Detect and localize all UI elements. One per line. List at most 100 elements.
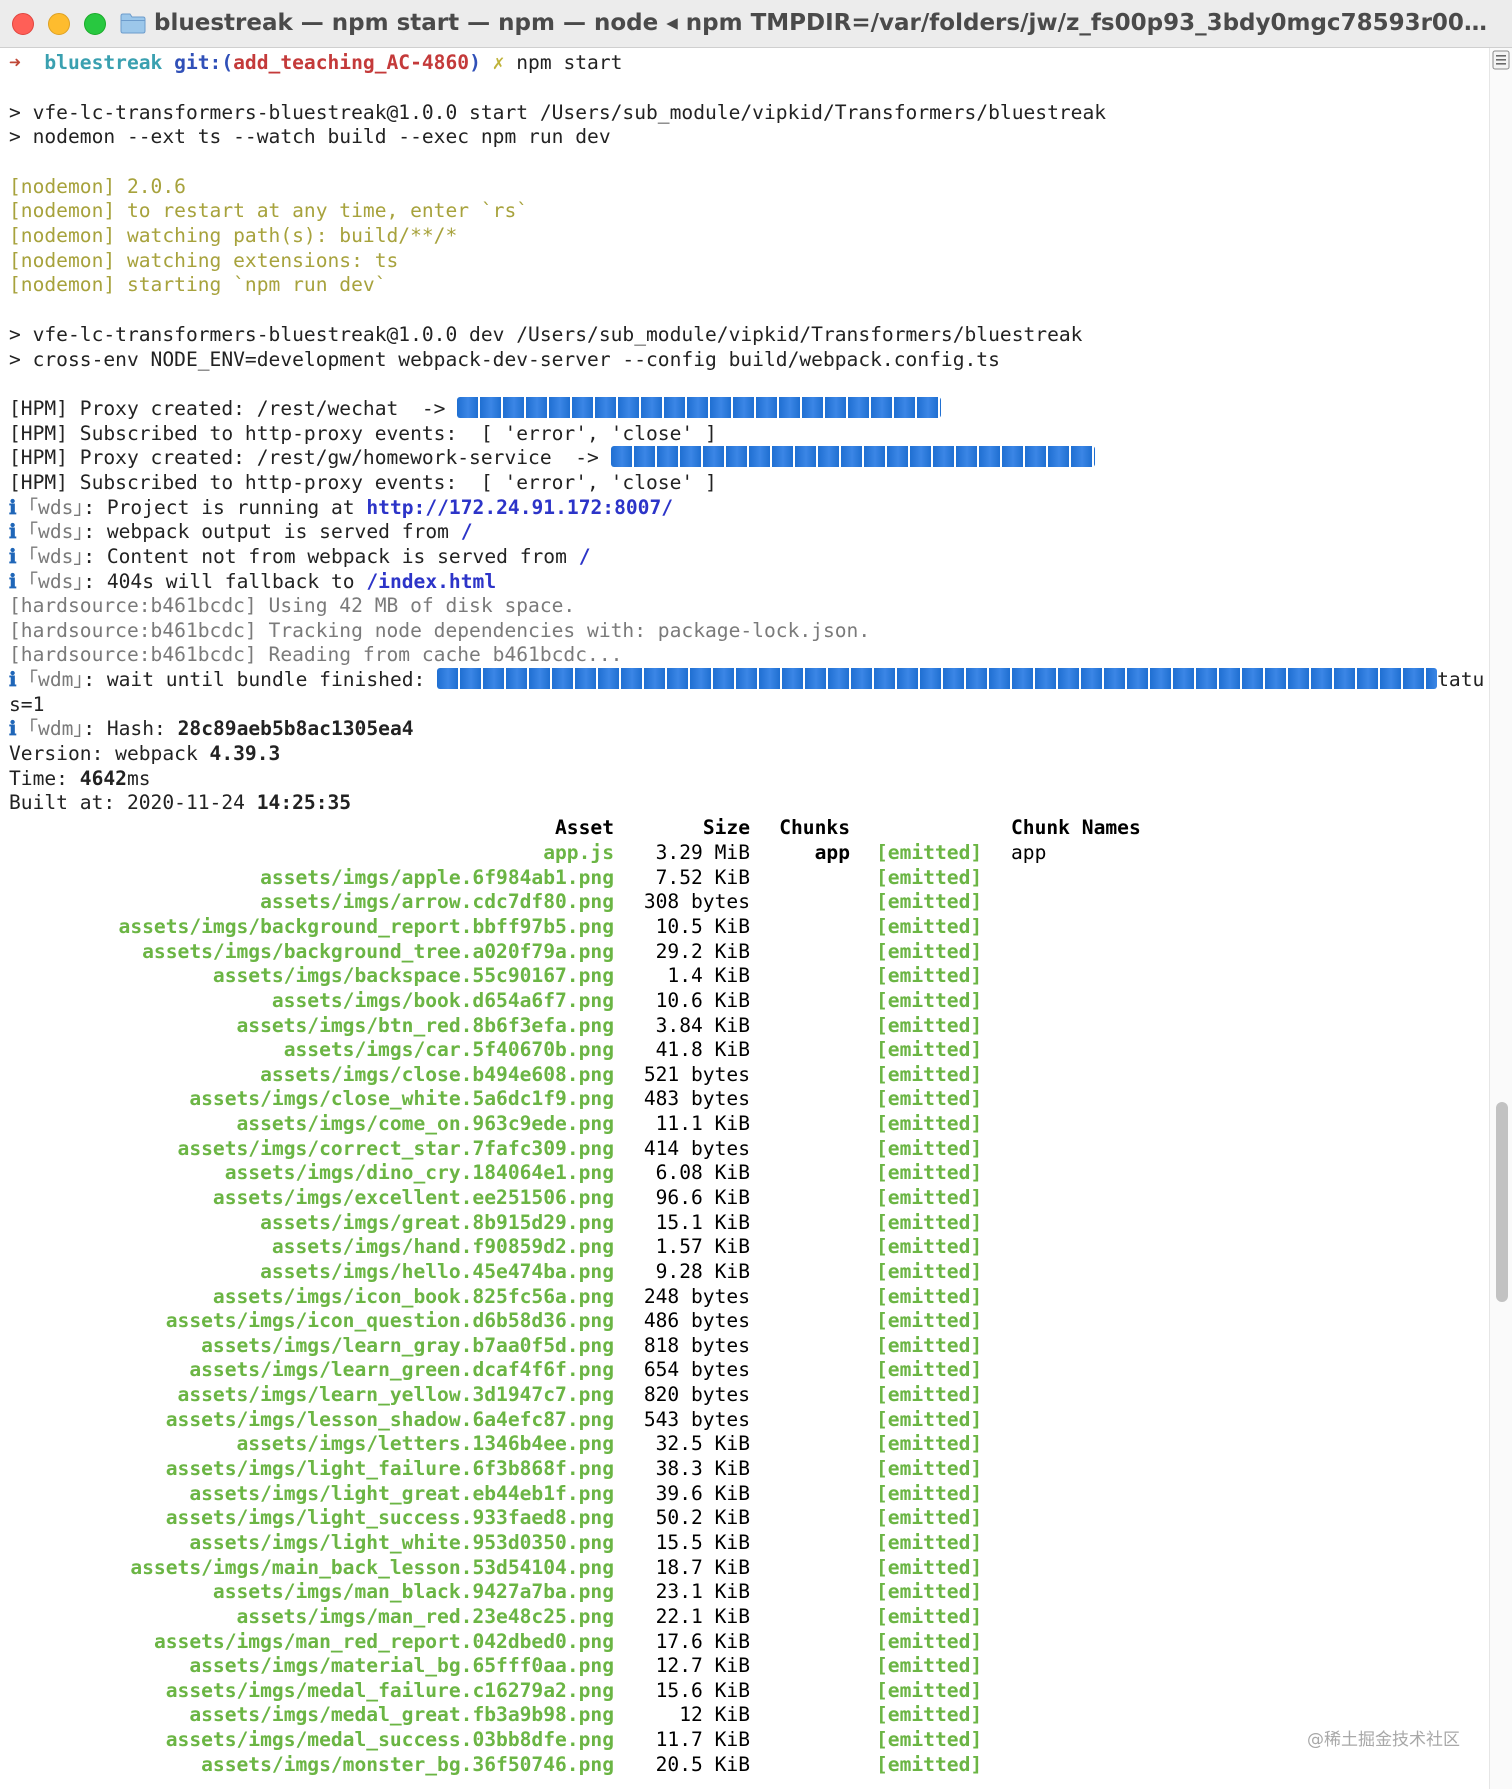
asset-name: assets/imgs/great.8b915d29.png	[260, 1210, 614, 1234]
asset-status: [emitted]	[876, 1580, 983, 1604]
menu-lines-icon[interactable]	[1492, 50, 1510, 70]
asset-size: 11.7 KiB	[655, 1728, 750, 1751]
asset-status: [emitted]	[876, 1186, 983, 1209]
wds-line: ℹ ｢wds｣: webpack output is served from /	[9, 520, 473, 543]
asset-status: [emitted]	[876, 1407, 983, 1431]
asset-name: assets/imgs/close.b494e608.png	[260, 1062, 614, 1086]
asset-size: 9.28 KiB	[655, 1259, 750, 1283]
asset-status: [emitted]	[876, 1383, 983, 1407]
asset-size: 486 bytes	[643, 1309, 750, 1333]
asset-size: 15.6 KiB	[655, 1678, 750, 1702]
wds-line: ℹ ｢wds｣: Project is running at http://17…	[9, 496, 674, 519]
asset-status: [emitted]	[876, 1629, 983, 1653]
asset-size: 17.6 KiB	[655, 1629, 750, 1653]
asset-name: assets/imgs/learn_green.dcaf4f6f.png	[189, 1358, 614, 1382]
window-title: bluestreak — npm start — npm — node ◂ np…	[154, 10, 1494, 36]
asset-size: 18.7 KiB	[655, 1555, 750, 1579]
asset-name: assets/imgs/car.5f40670b.png	[283, 1038, 614, 1062]
asset-status: [emitted]	[876, 1604, 983, 1628]
asset-size: 20.5 KiB	[655, 1752, 750, 1776]
wds-line: ℹ ｢wds｣: Content not from webpack is ser…	[9, 545, 591, 568]
asset-size: 10.5 KiB	[655, 914, 750, 938]
asset-size: 38.3 KiB	[655, 1457, 750, 1480]
zoom-window-button[interactable]	[84, 13, 106, 35]
asset-size: 414 bytes	[643, 1136, 750, 1160]
asset-status: [emitted]	[876, 1136, 983, 1160]
asset-name: assets/imgs/man_black.9427a7ba.png	[212, 1580, 614, 1604]
nodemon-cmd-line: > nodemon --ext ts --watch build --exec …	[9, 125, 611, 148]
asset-size: 15.1 KiB	[655, 1210, 750, 1234]
asset-size: 654 bytes	[643, 1358, 750, 1382]
prompt-command: npm start	[516, 51, 623, 74]
npm-start-line: > vfe-lc-transformers-bluestreak@1.0.0 s…	[9, 101, 1107, 124]
header-chunks: Chunks	[779, 816, 850, 839]
asset-status: [emitted]	[876, 1457, 983, 1480]
terminal-content[interactable]: ➜ bluestreak git:(add_teaching_AC-4860) …	[0, 48, 1490, 1789]
asset-size: 543 bytes	[643, 1407, 750, 1431]
asset-name: assets/imgs/medal_failure.c16279a2.png	[165, 1678, 614, 1702]
dev-server-url[interactable]: http://172.24.91.172:8007/	[366, 496, 673, 519]
unrenderable-glyphs	[437, 668, 1438, 689]
wds-line: ℹ ｢wds｣: 404s will fallback to /index.ht…	[9, 570, 497, 593]
asset-name: assets/imgs/btn_red.8b6f3efa.png	[236, 1013, 615, 1037]
scrollbar[interactable]	[1489, 48, 1512, 1789]
watermark: @稀土掘金技术社区	[1307, 1730, 1460, 1750]
asset-name: assets/imgs/light_white.953d0350.png	[189, 1530, 614, 1554]
header-size: Size	[702, 816, 750, 839]
asset-name: assets/imgs/hello.45e474ba.png	[260, 1259, 614, 1283]
asset-name: assets/imgs/letters.1346b4ee.png	[236, 1432, 615, 1456]
asset-name: assets/imgs/main_back_lesson.53d54104.pn…	[130, 1555, 614, 1579]
asset-status: [emitted]	[876, 1555, 983, 1579]
asset-name: assets/imgs/excellent.ee251506.png	[212, 1186, 614, 1209]
version-line: Version: webpack 4.39.3	[9, 742, 281, 765]
asset-size: 12.7 KiB	[655, 1654, 750, 1678]
asset-size: 10.6 KiB	[655, 988, 750, 1012]
asset-status: [emitted]	[876, 1284, 983, 1308]
asset-name: assets/imgs/arrow.cdc7df80.png	[260, 890, 614, 914]
minimize-window-button[interactable]	[48, 13, 70, 35]
npm-dev-line: > vfe-lc-transformers-bluestreak@1.0.0 d…	[9, 323, 1083, 346]
title-bar: bluestreak — npm start — npm — node ◂ np…	[0, 0, 1512, 48]
asset-name: assets/imgs/material_bg.65fff0aa.png	[189, 1654, 614, 1678]
prompt-arrow-icon: ➜	[9, 51, 21, 74]
asset-size: 6.08 KiB	[655, 1161, 750, 1185]
asset-size: 32.5 KiB	[655, 1432, 750, 1456]
asset-size: 39.6 KiB	[655, 1481, 750, 1505]
asset-status: [emitted]	[876, 865, 983, 889]
asset-size: 248 bytes	[643, 1284, 750, 1308]
asset-name: assets/imgs/medal_great.fb3a9b98.png	[189, 1703, 614, 1727]
asset-status: [emitted]	[876, 1309, 983, 1333]
hardsource-line: [hardsource:b461bcdc] Tracking node depe…	[9, 619, 871, 642]
asset-size: 41.8 KiB	[655, 1038, 750, 1062]
asset-size: 11.1 KiB	[655, 1112, 750, 1135]
asset-size: 96.6 KiB	[655, 1186, 750, 1209]
asset-status: [emitted]	[876, 1210, 983, 1234]
asset-status: [emitted]	[876, 1235, 983, 1259]
asset-size: 12 KiB	[679, 1703, 750, 1727]
asset-name: assets/imgs/medal_success.03bb8dfe.png	[165, 1728, 614, 1751]
asset-size: 521 bytes	[643, 1062, 750, 1086]
scrollbar-thumb[interactable]	[1496, 1102, 1508, 1302]
asset-size: 15.5 KiB	[655, 1530, 750, 1554]
asset-name: assets/imgs/learn_gray.b7aa0f5d.png	[201, 1333, 614, 1357]
asset-name: assets/imgs/light_great.eb44eb1f.png	[189, 1481, 614, 1505]
asset-status: [emitted]	[876, 1062, 983, 1086]
asset-size: 50.2 KiB	[655, 1506, 750, 1530]
close-window-button[interactable]	[12, 13, 34, 35]
asset-name: assets/imgs/close_white.5a6dc1f9.png	[189, 1087, 614, 1111]
asset-status: [emitted]	[876, 1013, 983, 1037]
asset-name: assets/imgs/learn_yellow.3d1947c7.png	[177, 1383, 614, 1407]
wdm-wrap-line: s=1	[9, 693, 45, 716]
asset-name: assets/imgs/monster_bg.36f50746.png	[201, 1752, 614, 1776]
wdm-line: ℹ ｢wdm｣: Hash: 28c89aeb5b8ac1305ea4	[9, 717, 414, 740]
asset-name: assets/imgs/icon_book.825fc56a.png	[212, 1284, 614, 1308]
asset-status: [emitted]	[876, 890, 983, 914]
asset-size: 23.1 KiB	[655, 1580, 750, 1604]
asset-chunks: app	[814, 841, 850, 864]
time-line: Time: 4642ms	[9, 767, 151, 790]
asset-status: [emitted]	[876, 1087, 983, 1111]
asset-size: 29.2 KiB	[655, 939, 750, 963]
asset-size: 308 bytes	[643, 890, 750, 914]
asset-size: 818 bytes	[643, 1333, 750, 1357]
folder-icon	[120, 13, 146, 34]
